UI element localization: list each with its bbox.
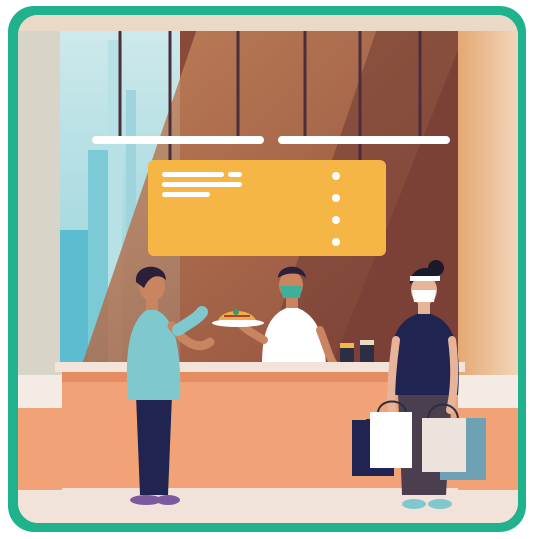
lamp-bar-left (92, 136, 264, 144)
lamp-bar-right (278, 136, 450, 144)
right-wall (458, 20, 518, 375)
illustration-frame (0, 0, 534, 539)
